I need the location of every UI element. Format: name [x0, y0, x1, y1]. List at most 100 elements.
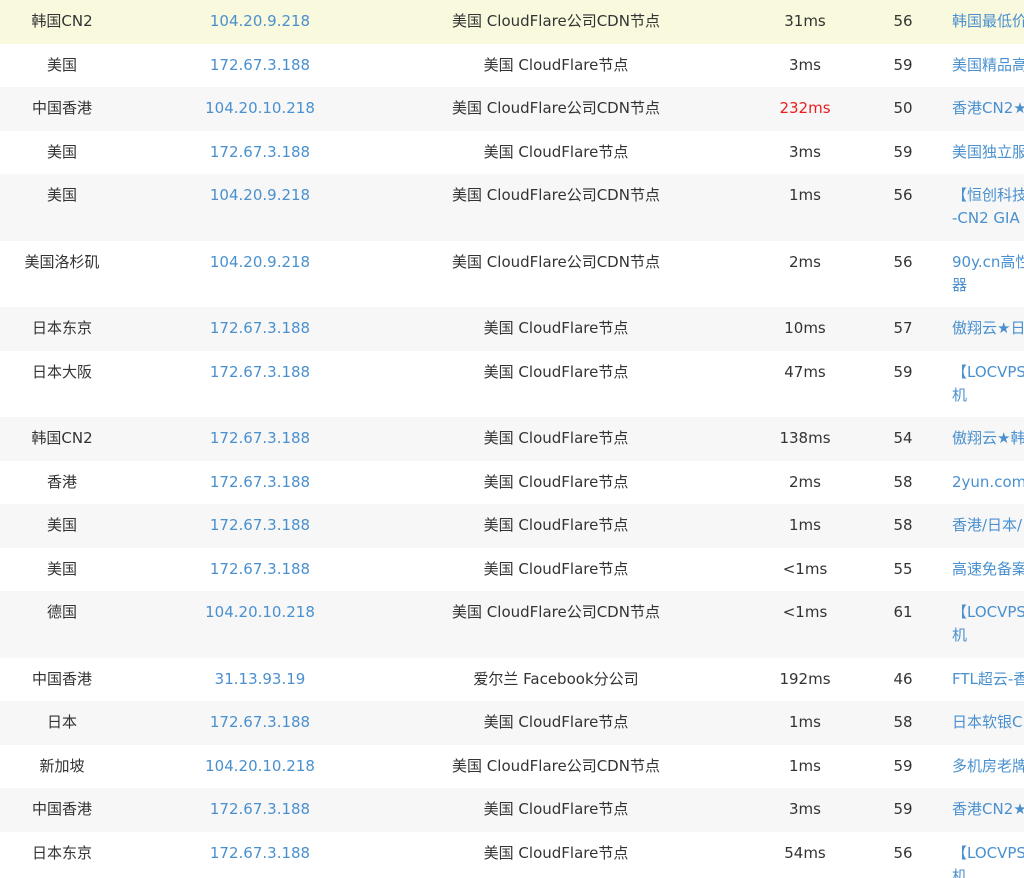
sponsor-link[interactable]: 傲翔云★韩 [952, 417, 1024, 450]
ip-owner-cell: 美国 CloudFlare节点 [483, 319, 629, 337]
table-row: 美国 104.20.9.218 美国 CloudFlare公司CDN节点 1ms 56 【… [0, 174, 1024, 241]
ip-owner-cell: 美国 CloudFlare节点 [483, 800, 629, 818]
ttl-cell: 59 [893, 142, 913, 161]
location-cell: 美国 [46, 142, 77, 161]
sponsor-link[interactable]: 韩国最低价 [952, 0, 1024, 33]
ip-address-link[interactable]: 104.20.10.218 [124, 745, 396, 788]
sponsor-link[interactable]: 【LOCVPS 机 [952, 832, 1024, 878]
ip-owner-cell: 美国 CloudFlare公司CDN节点 [452, 186, 660, 204]
sponsor-link[interactable]: 【LOCVPS 机 [952, 351, 1024, 407]
sponsor-link-line: 2yun.com [952, 472, 1024, 491]
ip-owner-cell: 美国 CloudFlare公司CDN节点 [452, 756, 660, 775]
sponsor-link[interactable]: 美国精品高 [952, 44, 1024, 77]
ip-address-link[interactable]: 104.20.9.218 [124, 241, 396, 284]
ttl-cell: 54 [893, 429, 913, 447]
ttl-cell: 55 [893, 559, 913, 578]
ttl-cell: 58 [893, 472, 913, 491]
table-row: 中国香港 31.13.93.19 爱尔兰 Facebook分公司 192ms 46 FTL… [0, 657, 1024, 701]
table-row: 日本 172.67.3.188 美国 CloudFlare节点 1ms 58 日本软银C [0, 701, 1024, 745]
ip-address-link[interactable]: 172.67.3.188 [124, 832, 396, 875]
ttl-cell: 59 [893, 362, 913, 381]
sponsor-link-line: 日本软银C [952, 713, 1023, 731]
table-row: 美国 172.67.3.188 美国 CloudFlare节点 3ms 59 美国独立服 [0, 130, 1024, 174]
ip-address-link[interactable]: 104.20.10.218 [124, 87, 396, 130]
location-cell: 日本 [46, 713, 77, 731]
sponsor-link-line: 韩国最低价 [952, 12, 1024, 30]
ip-owner-cell: 美国 CloudFlare节点 [483, 55, 629, 74]
table-row: 美国洛杉矶 104.20.9.218 美国 CloudFlare公司CDN节点 2ms… [0, 240, 1024, 307]
ip-owner-cell: 美国 CloudFlare节点 [483, 713, 629, 731]
sponsor-link[interactable]: 2yun.com [952, 461, 1024, 494]
ttl-cell: 59 [893, 800, 913, 818]
sponsor-link-line: 机 [952, 626, 968, 644]
ttl-cell: 46 [893, 669, 913, 688]
location-cell: 日本东京 [31, 319, 92, 337]
sponsor-link[interactable]: 【LOCVPS 机 [952, 591, 1024, 647]
ttl-cell: 56 [893, 12, 913, 30]
ip-address-link[interactable]: 172.67.3.188 [124, 504, 396, 547]
table-row: 中国香港 104.20.10.218 美国 CloudFlare公司CDN节点 232… [0, 87, 1024, 131]
sponsor-link[interactable]: FTL超云-香 [952, 658, 1024, 691]
sponsor-link[interactable]: 高速免备案 [952, 548, 1024, 581]
location-cell: 美国 [46, 559, 77, 578]
table-row: 美国 172.67.3.188 美国 CloudFlare节点 1ms 58 香港/日本/ [0, 504, 1024, 548]
sponsor-link-line: 多机房老牌 [952, 756, 1024, 775]
sponsor-link[interactable]: 日本软银C [952, 701, 1024, 734]
ttl-cell: 56 [893, 186, 913, 204]
location-cell: 香港 [46, 472, 77, 491]
ip-address-link[interactable]: 172.67.3.188 [124, 417, 396, 460]
ttl-cell: 57 [893, 319, 913, 337]
ip-owner-cell: 美国 CloudFlare节点 [483, 429, 629, 447]
location-cell: 美国 [46, 516, 77, 534]
ip-owner-cell: 美国 CloudFlare节点 [483, 472, 629, 491]
ip-address-link[interactable]: 31.13.93.19 [124, 658, 396, 701]
sponsor-link-line: 傲翔云★韩 [952, 429, 1024, 447]
ip-address-link[interactable]: 172.67.3.188 [124, 351, 396, 394]
location-cell: 韩国CN2 [31, 429, 93, 447]
ip-owner-cell: 美国 CloudFlare公司CDN节点 [452, 99, 660, 117]
ip-owner-cell: 美国 CloudFlare节点 [483, 559, 629, 578]
sponsor-link[interactable]: 美国独立服 [952, 131, 1024, 164]
location-cell: 美国 [46, 55, 77, 74]
location-cell: 中国香港 [31, 99, 92, 117]
ip-address-link[interactable]: 172.67.3.188 [124, 131, 396, 174]
sponsor-link[interactable]: 香港CN2★ [952, 788, 1024, 821]
ip-address-link[interactable]: 172.67.3.188 [124, 461, 396, 504]
ip-address-link[interactable]: 104.20.10.218 [124, 591, 396, 634]
sponsor-link-line: 机 [952, 866, 968, 878]
sponsor-link[interactable]: 多机房老牌 [952, 745, 1024, 778]
sponsor-link-line: 【LOCVPS [952, 603, 1024, 621]
sponsor-link-line: 【恒创科技 [952, 186, 1024, 204]
sponsor-link-line: 90y.cn高性 [952, 252, 1024, 271]
location-cell: 日本东京 [31, 843, 92, 862]
ip-address-link[interactable]: 104.20.9.218 [124, 174, 396, 217]
ttl-cell: 58 [893, 516, 913, 534]
ttl-cell: 59 [893, 756, 913, 775]
location-cell: 中国香港 [31, 800, 92, 818]
table-row: 中国香港 172.67.3.188 美国 CloudFlare节点 3ms 59 香港CN… [0, 788, 1024, 832]
sponsor-link-line: 香港CN2★ [952, 800, 1024, 818]
sponsor-link-line: 香港CN2★ [952, 99, 1024, 117]
table-row: 香港 172.67.3.188 美国 CloudFlare节点 2ms 58 2yun.c… [0, 460, 1024, 504]
ip-owner-cell: 美国 CloudFlare公司CDN节点 [452, 12, 660, 30]
ip-owner-cell: 美国 CloudFlare公司CDN节点 [452, 252, 660, 271]
ip-owner-cell: 美国 CloudFlare节点 [483, 362, 629, 381]
ttl-cell: 61 [893, 603, 913, 621]
sponsor-link[interactable]: 90y.cn高性器 [952, 241, 1024, 297]
table-row: 韩国CN2 104.20.9.218 美国 CloudFlare公司CDN节点 31m… [0, 0, 1024, 44]
ip-address-link[interactable]: 172.67.3.188 [124, 307, 396, 350]
sponsor-link[interactable]: 香港CN2★ [952, 87, 1024, 120]
sponsor-link-line: 高速免备案 [952, 559, 1024, 578]
ip-address-link[interactable]: 104.20.9.218 [124, 0, 396, 43]
ttl-cell: 56 [893, 252, 913, 271]
sponsor-link[interactable]: 【恒创科技 -CN2 GIA [952, 174, 1024, 230]
table-row: 韩国CN2 172.67.3.188 美国 CloudFlare节点 138ms 54 傲… [0, 417, 1024, 461]
sponsor-link[interactable]: 傲翔云★日 [952, 307, 1024, 340]
sponsor-link[interactable]: 香港/日本/ [952, 504, 1024, 537]
table-row: 日本东京 172.67.3.188 美国 CloudFlare节点 54ms 56 【LO… [0, 831, 1024, 878]
ip-address-link[interactable]: 172.67.3.188 [124, 548, 396, 591]
ip-address-link[interactable]: 172.67.3.188 [124, 701, 396, 744]
sponsor-link-line: 机 [952, 385, 968, 404]
ip-address-link[interactable]: 172.67.3.188 [124, 788, 396, 831]
ip-address-link[interactable]: 172.67.3.188 [124, 44, 396, 87]
